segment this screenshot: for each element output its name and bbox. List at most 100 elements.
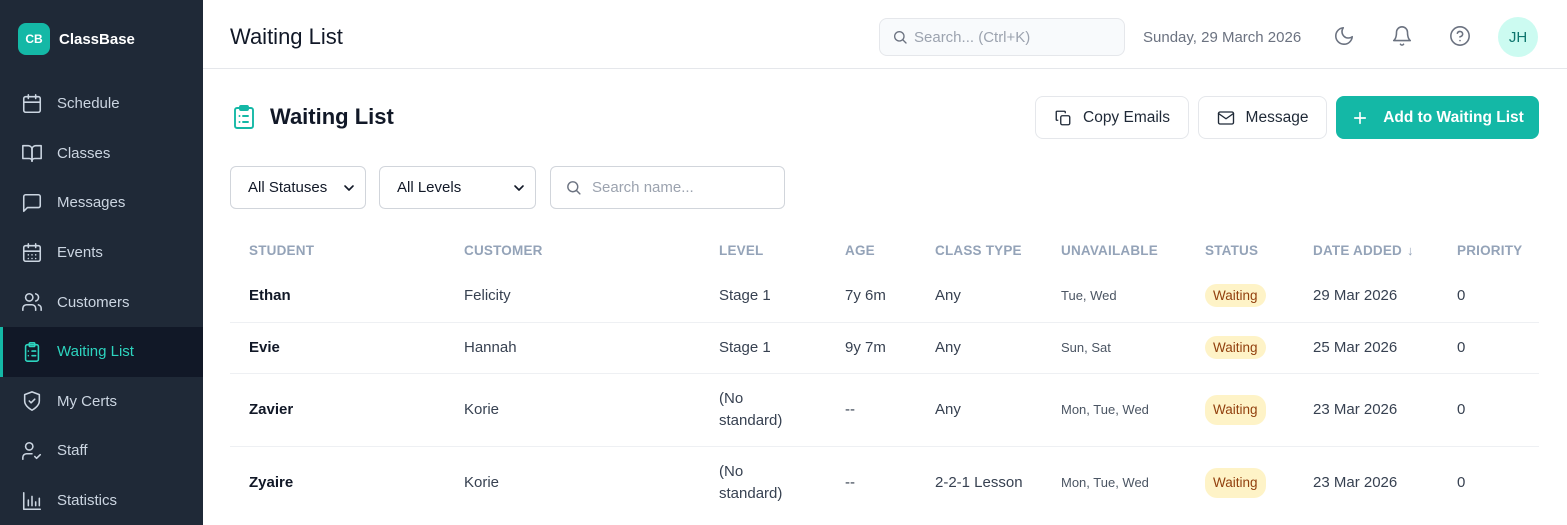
name-search[interactable] [550, 166, 785, 209]
name-search-input[interactable] [592, 179, 772, 196]
clipboard-list-icon [21, 341, 43, 363]
sidebar-item-customers[interactable]: Customers [0, 277, 203, 327]
cell-unavailable: Mon, Tue, Wed [1061, 474, 1149, 490]
table-row[interactable]: Zyaire Korie (No standard) -- 2-2-1 Less… [230, 446, 1539, 519]
status-filter-select[interactable]: All Statuses [230, 166, 366, 209]
copy-emails-button[interactable]: Copy Emails [1035, 96, 1189, 139]
add-to-waiting-list-button[interactable]: Add to Waiting List [1336, 96, 1539, 139]
level-filter-select[interactable]: All Levels [379, 166, 536, 209]
sort-arrow-down-icon: ↓ [1407, 242, 1414, 258]
cell-priority: 0 [1438, 270, 1539, 323]
column-header-level[interactable]: LEVEL [700, 230, 826, 270]
cell-status: Waiting [1186, 373, 1294, 447]
bar-chart-icon [21, 490, 43, 512]
message-square-icon [21, 192, 43, 214]
sidebar-item-label: Events [57, 244, 103, 262]
cell-status: Waiting [1186, 446, 1294, 519]
help-circle-icon [1450, 26, 1470, 46]
top-bar: Waiting List Sunday, 29 March 2026 JH [203, 0, 1567, 69]
status-badge: Waiting [1205, 284, 1266, 308]
chevron-down-icon [341, 180, 357, 196]
column-header-date-added-label: DATE ADDED [1313, 242, 1402, 258]
column-header-date-added[interactable]: DATE ADDED ↓ [1294, 230, 1438, 270]
add-to-waiting-list-label: Add to Waiting List [1383, 108, 1524, 126]
cell-customer: Felicity [445, 270, 700, 323]
cell-age: -- [826, 373, 916, 447]
global-search-input[interactable] [914, 28, 1114, 46]
sidebar-item-label: Classes [57, 144, 111, 162]
cell-unavailable: Mon, Tue, Wed [1042, 373, 1186, 447]
column-header-student[interactable]: STUDENT [230, 230, 445, 270]
cell-customer: Hannah [445, 322, 700, 374]
cell-unavailable: Tue, Wed [1042, 270, 1186, 323]
brand[interactable]: CB ClassBase [18, 23, 135, 55]
column-header-customer[interactable]: CUSTOMER [445, 230, 700, 270]
calendar-days-icon [21, 242, 43, 264]
cell-date-added: 25 Mar 2026 [1294, 322, 1438, 374]
global-search[interactable] [879, 18, 1125, 56]
column-header-age[interactable]: AGE [826, 230, 916, 270]
sidebar-item-schedule[interactable]: Schedule [0, 79, 203, 129]
status-filter-value: All Statuses [248, 179, 328, 196]
cell-level: (No standard) [700, 373, 826, 447]
message-button[interactable]: Message [1198, 96, 1327, 139]
notifications-button[interactable] [1391, 25, 1413, 47]
cell-priority: 0 [1438, 322, 1539, 374]
cell-date-added: 23 Mar 2026 [1313, 473, 1398, 491]
cell-level: Stage 1 [700, 270, 826, 323]
status-badge: Waiting [1205, 467, 1266, 498]
calendar-icon [21, 93, 43, 115]
cell-priority: 0 [1457, 473, 1466, 491]
cell-unavailable: Sun, Sat [1042, 322, 1186, 374]
cell-level: (No standard) [719, 462, 783, 502]
sidebar-item-label: My Certs [57, 392, 117, 410]
sidebar-item-events[interactable]: Events [0, 228, 203, 278]
table-row[interactable]: Evie Hannah Stage 1 9y 7m Any Sun, Sat W… [230, 322, 1539, 374]
search-icon [894, 31, 907, 44]
status-badge: Waiting [1205, 336, 1266, 359]
cell-date-added: 29 Mar 2026 [1294, 270, 1438, 323]
sidebar-item-staff[interactable]: Staff [0, 426, 203, 476]
sidebar-item-label: Statistics [57, 492, 118, 510]
cell-class-type: Any [916, 373, 1042, 447]
cell-status: Waiting [1186, 270, 1294, 323]
cell-customer: Korie [464, 473, 500, 491]
column-header-status[interactable]: STATUS [1186, 230, 1294, 270]
sidebar-item-classes[interactable]: Classes [0, 129, 203, 179]
page-title: Waiting List [230, 24, 343, 49]
bell-icon [1392, 26, 1412, 46]
sidebar-item-label: Staff [57, 442, 88, 460]
cell-level: Stage 1 [700, 322, 826, 374]
users-icon [21, 291, 43, 313]
sidebar-item-label: Waiting List [57, 343, 134, 361]
current-date: Sunday, 29 March 2026 [1143, 29, 1302, 46]
cell-student: Zyaire [249, 473, 294, 491]
help-button[interactable] [1449, 25, 1471, 47]
section-title: Waiting List [270, 104, 394, 129]
table-row[interactable]: Zavier Korie (No standard) -- Any Mon, T… [230, 373, 1539, 447]
main-content: Waiting List Copy Emails Message Add to … [203, 70, 1567, 525]
status-badge: Waiting [1205, 394, 1266, 425]
table-row[interactable]: Ethan Felicity Stage 1 7y 6m Any Tue, We… [230, 270, 1539, 323]
avatar[interactable]: JH [1498, 17, 1538, 57]
column-header-class-type[interactable]: CLASS TYPE [916, 230, 1042, 270]
book-open-icon [21, 142, 43, 164]
sidebar-item-statistics[interactable]: Statistics [0, 476, 203, 525]
cell-age: 7y 6m [826, 270, 916, 323]
sidebar-item-messages[interactable]: Messages [0, 178, 203, 228]
brand-logo: CB [18, 23, 50, 55]
clipboard-list-icon [234, 105, 254, 129]
sidebar-item-my-certs[interactable]: My Certs [0, 377, 203, 427]
cell-student: Evie [230, 322, 445, 374]
column-header-priority[interactable]: PRIORITY [1438, 230, 1539, 270]
theme-toggle-button[interactable] [1333, 25, 1355, 47]
sidebar-item-label: Schedule [57, 95, 120, 113]
copy-icon [1055, 110, 1071, 125]
sidebar-item-label: Messages [57, 194, 126, 212]
cell-student: Ethan [230, 270, 445, 323]
cell-class-type: Any [916, 270, 1042, 323]
shield-check-icon [21, 390, 43, 412]
sidebar-item-waiting-list[interactable]: Waiting List [0, 326, 203, 377]
cell-student: Zavier [230, 373, 445, 447]
column-header-unavailable[interactable]: UNAVAILABLE [1042, 230, 1186, 270]
